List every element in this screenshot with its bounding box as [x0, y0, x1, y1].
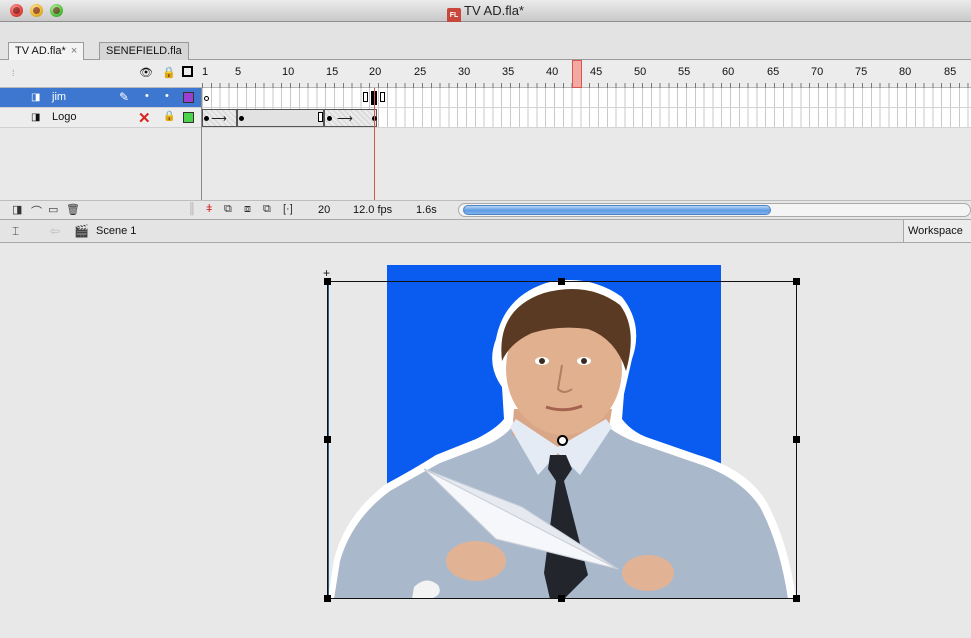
keyframe[interactable]	[239, 116, 244, 121]
tab-label: TV AD.fla*	[15, 45, 66, 57]
hidden-x-icon[interactable]: ✕	[138, 109, 151, 127]
ruler-number: 5	[235, 66, 242, 78]
timeline-footer: ◨ ⌒ ▭ 🗑 ║ ǂ ⧉ ⧈ ⧉ [·] 20 12.0 fps 1.6s	[0, 200, 971, 219]
onion-outline-icon[interactable]: ⧈	[244, 203, 251, 216]
modify-markers-icon[interactable]: [·]	[283, 203, 293, 215]
timeline-toggle-icon[interactable]: ⌶	[12, 224, 19, 239]
window-title: FL TV AD.fla*	[0, 3, 971, 23]
scene-breadcrumb[interactable]: Scene 1	[96, 225, 136, 237]
ruler-number: 65	[767, 66, 780, 78]
window-titlebar: FL TV AD.fla*	[0, 0, 971, 23]
layer-name: Logo	[52, 111, 77, 123]
layer-row-jim[interactable]: ◨ jim ✎ • •	[0, 88, 971, 108]
timeline-panel: ⁞ 👁 🔒 1 5 10 15 20 25 30 35 40 45 50 55 …	[0, 60, 971, 219]
transform-handle-ml[interactable]	[324, 436, 331, 443]
transform-handle-tr[interactable]	[793, 278, 800, 285]
document-tabs: TV AD.fla* × SENEFIELD.fla	[0, 22, 971, 60]
ruler-number: 40	[546, 66, 559, 78]
edit-multiple-frames-icon[interactable]: ⧉	[263, 203, 271, 216]
lock-icon[interactable]: 🔒	[163, 111, 175, 122]
ruler-number: 15	[326, 66, 339, 78]
new-folder-icon[interactable]: ▭	[48, 203, 58, 216]
tween-arrow-icon: ⟶	[211, 113, 227, 125]
timeline-header: ⁞ 👁 🔒 1 5 10 15 20 25 30 35 40 45 50 55 …	[0, 60, 971, 88]
layer-outline-color[interactable]	[183, 112, 194, 123]
visibility-dot-icon[interactable]: •	[145, 90, 149, 102]
transform-handle-tc[interactable]	[558, 278, 565, 285]
layer-name-area[interactable]: ◨ Logo ✕ 🔒	[0, 108, 202, 128]
center-frame-icon[interactable]: ǂ	[206, 203, 212, 215]
window-title-text: TV AD.fla*	[464, 3, 524, 18]
ruler-number: 30	[458, 66, 471, 78]
ruler-number: 80	[899, 66, 912, 78]
ruler-number: 45	[590, 66, 603, 78]
ruler-number: 60	[722, 66, 735, 78]
ruler-number: 10	[282, 66, 295, 78]
elapsed-time-readout: 1.6s	[416, 204, 437, 216]
add-motion-guide-icon[interactable]: ⌒	[31, 203, 42, 219]
tab-tv-ad[interactable]: TV AD.fla* ×	[8, 42, 85, 60]
stage[interactable]: +	[0, 243, 971, 638]
close-tab-icon[interactable]: ×	[71, 45, 77, 57]
layer-outline-color[interactable]	[183, 92, 194, 103]
new-layer-icon[interactable]: ◨	[12, 203, 22, 216]
frame-end-marker	[380, 92, 385, 102]
pencil-icon: ✎	[119, 90, 130, 104]
layer-frames-logo[interactable]: ⟶ ⟶	[202, 108, 971, 128]
keyframe[interactable]	[204, 116, 209, 121]
tab-senefield[interactable]: SENEFIELD.fla	[99, 42, 189, 60]
lock-dot-icon[interactable]: •	[165, 90, 169, 102]
ruler-number: 85	[944, 66, 957, 78]
frame-end-marker	[318, 112, 323, 122]
frame-end-marker	[363, 92, 368, 102]
layer-frames-jim[interactable]	[202, 88, 971, 108]
ruler-number: 20	[369, 66, 382, 78]
layer-name-area[interactable]: ◨ jim ✎ • •	[0, 88, 202, 108]
tween-arrow-icon: ⟶	[337, 113, 353, 125]
empty-keyframe[interactable]	[204, 96, 209, 101]
playhead-line	[374, 88, 375, 210]
timeline-scrollbar[interactable]	[458, 203, 971, 217]
ruler-number: 25	[414, 66, 427, 78]
layer-name: jim	[52, 91, 67, 103]
transform-handle-bl[interactable]	[324, 595, 331, 602]
show-hide-all-icon[interactable]: 👁	[139, 66, 153, 79]
edit-bar: ⌶ ⇦ 🎬 Scene 1 Workspace	[0, 219, 971, 243]
frame-ruler[interactable]: 1 5 10 15 20 25 30 35 40 45 50 55 60 65 …	[202, 60, 971, 88]
transform-handle-bc[interactable]	[558, 595, 565, 602]
ruler-number: 1	[202, 66, 209, 78]
ruler-number: 35	[502, 66, 515, 78]
playhead[interactable]	[572, 60, 582, 88]
layer-icon: ◨	[31, 112, 41, 123]
layer-row-logo[interactable]: ◨ Logo ✕ 🔒 ⟶ ⟶	[0, 108, 971, 128]
outline-all-icon[interactable]	[182, 66, 193, 77]
lock-all-icon[interactable]: 🔒	[162, 66, 176, 79]
frame-rate-readout[interactable]: 12.0 fps	[353, 204, 392, 216]
ruler-number: 55	[678, 66, 691, 78]
tab-label: SENEFIELD.fla	[106, 45, 182, 57]
fla-file-icon: FL	[447, 8, 462, 23]
ruler-number: 50	[634, 66, 647, 78]
transform-handle-tl[interactable]	[324, 278, 331, 285]
transformation-point[interactable]	[557, 435, 568, 446]
ruler-number: 75	[855, 66, 868, 78]
resize-grip-icon[interactable]: ║	[188, 203, 196, 215]
ruler-number: 70	[811, 66, 824, 78]
panel-grip-icon[interactable]: ⁞	[12, 68, 15, 78]
trash-icon[interactable]: 🗑	[66, 203, 80, 216]
back-arrow-icon[interactable]: ⇦	[50, 224, 60, 238]
layer-icon: ◨	[31, 92, 41, 103]
onion-skin-icon[interactable]: ⧉	[224, 203, 232, 216]
keyframe[interactable]	[327, 116, 332, 121]
static-frame-span[interactable]	[237, 109, 324, 127]
transform-handle-mr[interactable]	[793, 436, 800, 443]
layer-divider	[201, 88, 202, 210]
scene-clapper-icon: 🎬	[74, 224, 89, 238]
workspace-button[interactable]: Workspace	[903, 220, 971, 242]
transform-handle-br[interactable]	[793, 595, 800, 602]
scrollbar-thumb[interactable]	[463, 205, 771, 215]
current-frame-readout: 20	[318, 204, 331, 216]
